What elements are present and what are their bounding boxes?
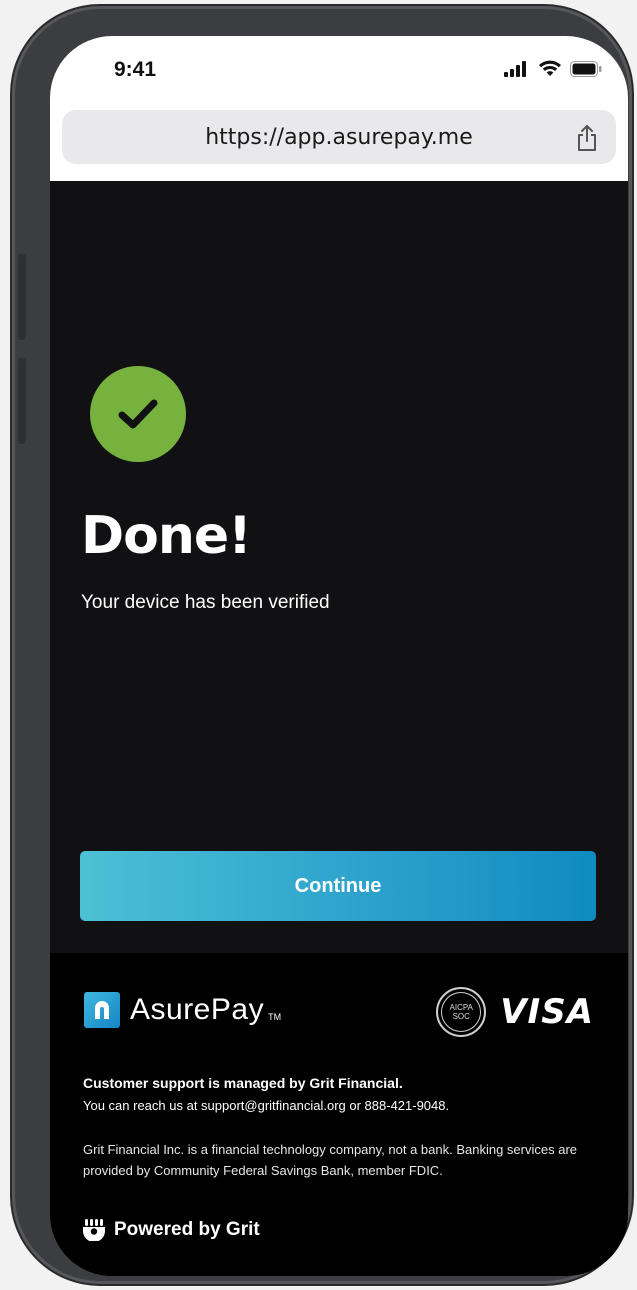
powered-by-grit: Powered by Grit [82,1219,260,1241]
powered-by-text: Powered by Grit [114,1219,260,1240]
disclaimer: Grit Financial Inc. is a financial techn… [83,1142,578,1178]
status-icons [504,60,602,77]
status-time: 9:41 [114,58,157,81]
brand-trademark: TM [268,1012,282,1022]
page-subtitle: Your device has been verified [81,592,330,613]
share-icon[interactable] [576,124,598,152]
support-text: You can reach us at support@gritfinancia… [83,1098,450,1113]
support-title: Customer support is managed by Grit Fina… [83,1075,403,1091]
trust-badges: AICPA SOC VISA [436,987,594,1037]
signal-icon [504,60,526,77]
battery-icon [570,60,602,77]
screen: 9:41 https://app.asurepay.me Done! Your … [50,36,628,1276]
footer: AsurePay TM AICPA SOC VISA Customer supp… [50,953,628,1276]
browser-chrome: 9:41 https://app.asurepay.me [50,36,628,181]
soc-badge-line-2: SOC [452,1012,470,1021]
url-text: https://app.asurepay.me [205,124,473,150]
brand-name: AsurePay [130,993,265,1026]
asurepay-logo-icon [84,992,120,1028]
aicpa-soc-badge: AICPA SOC [436,987,487,1037]
phone-frame: 9:41 https://app.asurepay.me Done! Your … [12,6,632,1284]
wifi-icon [539,60,561,76]
asurepay-logo: AsurePay TM [84,992,281,1028]
volume-down-button [18,358,26,444]
visa-logo: VISA [500,992,594,1032]
volume-up-button [18,254,26,340]
soc-badge-line-1: AICPA [449,1003,473,1012]
url-bar[interactable]: https://app.asurepay.me [62,110,616,164]
grit-logo-icon [83,1219,105,1241]
success-check-icon [90,366,186,462]
page-title: Done! [81,506,252,566]
continue-button[interactable]: Continue [80,851,596,921]
